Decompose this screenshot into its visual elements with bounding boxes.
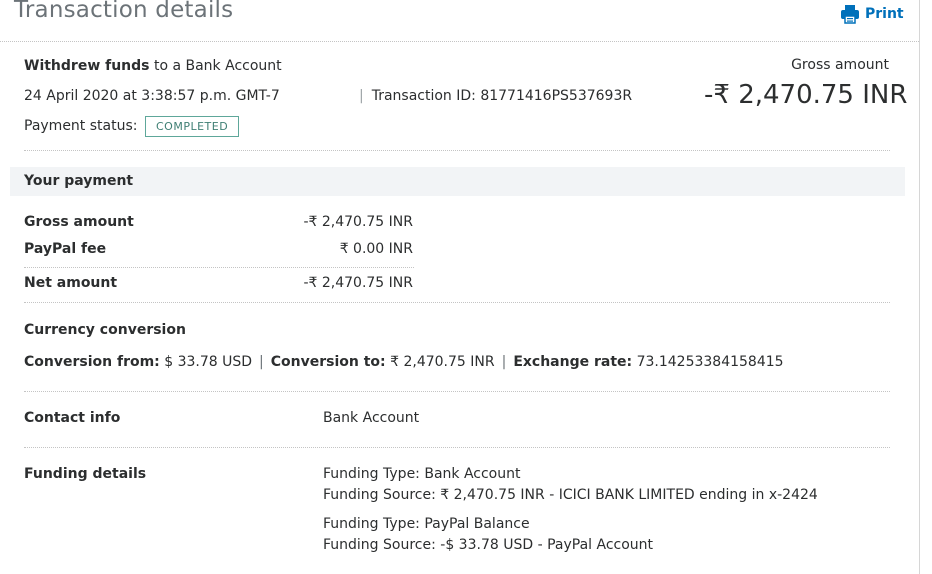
conversion-divider (24, 391, 890, 392)
transaction-id-text: Transaction ID: 81771416PS537693R (371, 88, 633, 104)
transaction-datetime: 24 April 2020 at 3:38:57 p.m. GMT-7 (24, 88, 280, 104)
funding-type-bank: Funding Type: Bank Account (323, 466, 521, 482)
contact-info-value: Bank Account (323, 410, 420, 426)
funding-source-bank: Funding Source: ₹ 2,470.75 INR - ICICI B… (323, 487, 818, 503)
funding-type-balance: Funding Type: PayPal Balance (323, 516, 530, 532)
transaction-type: Withdrew funds to a Bank Account (24, 58, 282, 74)
paypal-fee-label: PayPal fee (24, 241, 107, 257)
funding-source-balance: Funding Source: -$ 33.78 USD - PayPal Ac… (323, 537, 654, 553)
print-label: Print (865, 6, 904, 22)
paypal-fee-value: ₹ 0.00 INR (339, 241, 413, 257)
gross-amount-row-value: -₹ 2,470.75 INR (303, 214, 413, 230)
conversion-from-label: Conversion from: (24, 354, 160, 370)
page-right-border (919, 0, 920, 574)
exchange-rate-value: 73.14253384158415 (636, 354, 784, 370)
transaction-action: Withdrew funds (24, 58, 150, 74)
net-amount-value: -₹ 2,470.75 INR (303, 275, 413, 291)
gross-amount-label: Gross amount (791, 57, 889, 73)
transaction-id: | Transaction ID: 81771416PS537693R (359, 88, 632, 104)
print-button[interactable]: Print (840, 4, 904, 24)
header-divider (24, 150, 890, 151)
funding-details-label: Funding details (24, 466, 147, 482)
your-payment-title: Your payment (24, 173, 134, 189)
transaction-destination: to a Bank Account (149, 58, 282, 74)
contact-info-label: Contact info (24, 410, 121, 426)
title-divider (0, 41, 919, 42)
payment-divider (24, 302, 890, 303)
exchange-rate-label: Exchange rate: (513, 354, 633, 370)
payment-status-label: Payment status: (24, 118, 138, 134)
conversion-separator: | (259, 354, 264, 370)
id-separator: | (359, 88, 364, 104)
your-payment-header: Your payment (10, 167, 905, 196)
net-amount-label: Net amount (24, 275, 118, 291)
printer-icon (841, 5, 859, 24)
gross-amount-row-label: Gross amount (24, 214, 134, 230)
gross-amount-value: -₹ 2,470.75 INR (704, 80, 908, 110)
conversion-to-value: ₹ 2,470.75 INR (390, 354, 495, 370)
conversion-details: Conversion from: $ 33.78 USD | Conversion … (24, 354, 784, 370)
currency-conversion-title: Currency conversion (24, 322, 186, 338)
conversion-separator: | (501, 354, 507, 370)
contact-divider (24, 447, 890, 448)
status-badge: COMPLETED (145, 116, 240, 137)
page-title: Transaction details (14, 0, 234, 23)
conversion-from-value: $ 33.78 USD (164, 354, 253, 370)
net-divider (24, 267, 414, 268)
conversion-to-label: Conversion to: (270, 354, 386, 370)
